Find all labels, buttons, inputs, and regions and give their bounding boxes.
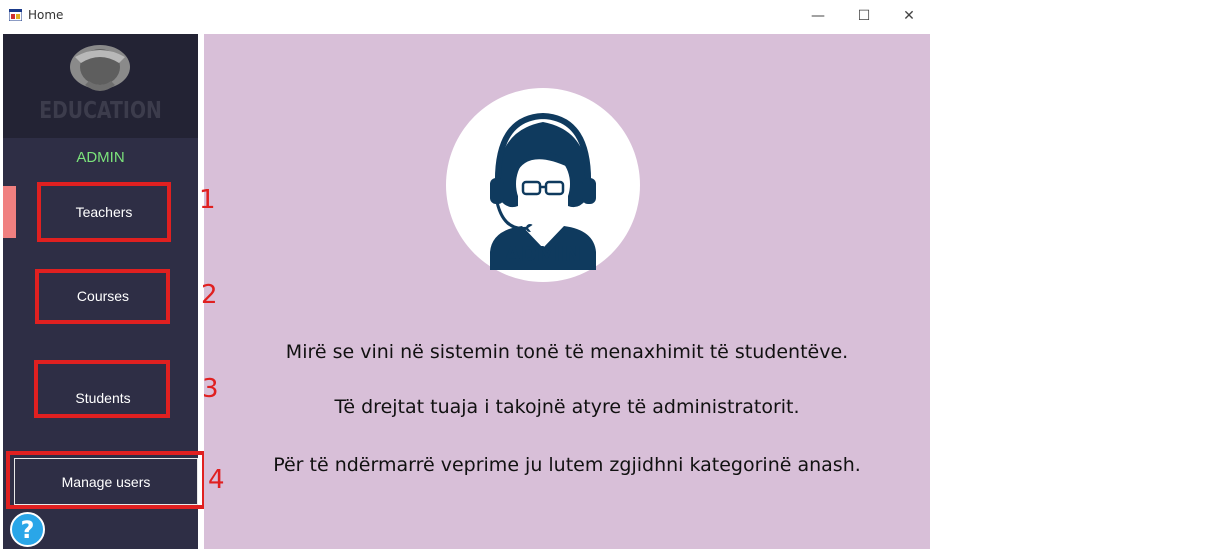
annotation-box-1 bbox=[37, 182, 171, 242]
close-button[interactable]: ✕ bbox=[886, 0, 932, 31]
title-bar[interactable]: Home — ☐ ✕ bbox=[0, 0, 933, 31]
logo-text: EDUCATION bbox=[39, 98, 162, 124]
main-panel: ADMIN Mirë se vini në sistemin tonë të m… bbox=[204, 34, 930, 549]
app-window: Home — ☐ ✕ EDUCATION ADMIN Teachers Cour… bbox=[0, 0, 933, 549]
welcome-message: Mirë se vini në sistemin tonë të menaxhi… bbox=[285, 341, 849, 363]
annotation-box-4 bbox=[6, 451, 206, 509]
user-role-label: ADMIN bbox=[76, 149, 125, 166]
annotation-box-3 bbox=[34, 360, 170, 418]
logo-icon bbox=[70, 45, 130, 91]
annotation-number-1: 1 bbox=[199, 185, 216, 215]
sidebar: EDUCATION ADMIN Teachers Courses Student… bbox=[3, 34, 206, 549]
minimize-button[interactable]: — bbox=[795, 0, 841, 31]
annotation-number-2: 2 bbox=[201, 280, 218, 310]
annotation-number-3: 3 bbox=[202, 374, 219, 404]
admin-avatar: ADMIN bbox=[446, 88, 640, 282]
annotation-number-4: 4 bbox=[208, 465, 225, 495]
window-title: Home bbox=[28, 8, 64, 22]
client-area: EDUCATION ADMIN Teachers Courses Student… bbox=[0, 31, 933, 549]
maximize-button[interactable]: ☐ bbox=[841, 0, 887, 31]
annotation-box-2 bbox=[35, 269, 170, 324]
rights-message: Të drejtat tuaja i takojnë atyre të admi… bbox=[334, 396, 800, 418]
logo: EDUCATION bbox=[3, 34, 198, 138]
avatar-label: ADMIN bbox=[504, 242, 582, 266]
help-icon[interactable]: ? bbox=[10, 512, 45, 547]
app-icon bbox=[9, 9, 22, 21]
active-indicator bbox=[3, 186, 16, 238]
instruction-message: Për të ndërmarrë veprime ju lutem zgjidh… bbox=[273, 454, 861, 476]
